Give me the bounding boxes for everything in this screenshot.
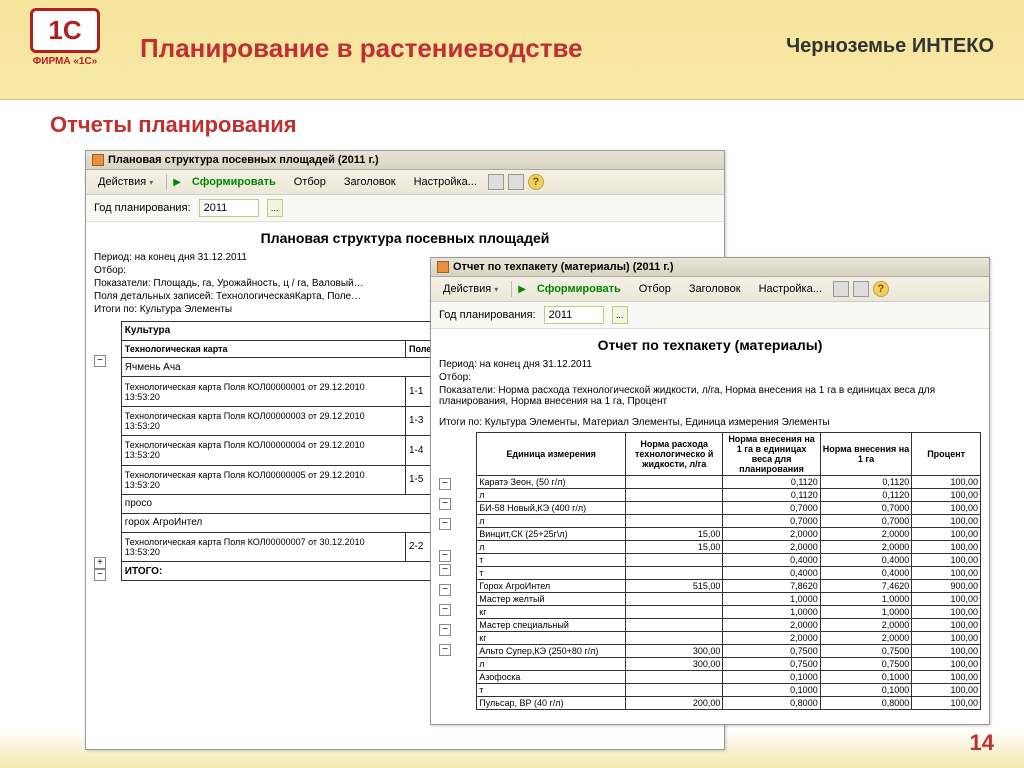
- table-row[interactable]: Пульсар, ВР (40 г/л)200,000,80000,800010…: [477, 697, 981, 710]
- table-row[interactable]: л0,11200,1120100,00: [477, 489, 981, 502]
- year-dropdown-button[interactable]: ...: [267, 199, 283, 217]
- table-row[interactable]: Азофоска0,10000,1000100,00: [477, 671, 981, 684]
- table-row[interactable]: БИ-58 Новый,КЭ (400 г/л)0,70000,7000100,…: [477, 502, 981, 515]
- table-row[interactable]: Мастер желтый1,00001,0000100,00: [477, 593, 981, 606]
- year-label: Год планирования:: [94, 202, 191, 214]
- actions-menu[interactable]: Действия: [91, 173, 160, 191]
- help-icon[interactable]: ?: [528, 174, 544, 190]
- window-icon: [92, 154, 104, 166]
- table-row[interactable]: т0,10000,1000100,00: [477, 684, 981, 697]
- year-input[interactable]: [199, 199, 259, 217]
- table-row[interactable]: л300,000,75000,7500100,00: [477, 658, 981, 671]
- table-row[interactable]: л0,70000,7000100,00: [477, 515, 981, 528]
- page-number: 14: [970, 730, 994, 756]
- titlebar[interactable]: Отчет по техпакету (материалы) (2011 г.): [431, 258, 989, 277]
- year-label: Год планирования:: [439, 309, 536, 321]
- help-icon[interactable]: ?: [873, 281, 889, 297]
- table-row[interactable]: кг2,00002,0000100,00: [477, 632, 981, 645]
- collapse-icon[interactable]: −: [439, 478, 451, 490]
- filter-button[interactable]: Отбор: [632, 280, 678, 298]
- collapse-icon[interactable]: −: [439, 644, 451, 656]
- techpacket-table: Единица измеренияНорма расхода технологи…: [476, 432, 981, 710]
- actions-menu[interactable]: Действия: [436, 280, 505, 298]
- window-techpacket: Отчет по техпакету (материалы) (2011 г.)…: [430, 257, 990, 725]
- play-icon: ▶: [518, 284, 526, 295]
- col-liquid: Норма расхода технологическо й жидкости,…: [626, 433, 723, 476]
- collapse-icon[interactable]: −: [94, 569, 106, 581]
- table-row[interactable]: кг1,00001,0000100,00: [477, 606, 981, 619]
- meta-filter: Отбор:: [439, 372, 981, 383]
- table-row[interactable]: Каратэ Зеон, (50 г/л)0,11200,1120100,00: [477, 476, 981, 489]
- collapse-icon[interactable]: −: [439, 498, 451, 510]
- table-row[interactable]: Альто Супер,КЭ (250+80 г/л)300,000,75000…: [477, 645, 981, 658]
- save-icon[interactable]: [853, 281, 869, 297]
- collapse-icon[interactable]: −: [439, 550, 451, 562]
- meta-totals: Итоги по: Культура Элементы, Материал Эл…: [439, 417, 981, 428]
- save-icon[interactable]: [508, 174, 524, 190]
- export-icon[interactable]: [488, 174, 504, 190]
- settings-button[interactable]: Настройка...: [407, 173, 484, 191]
- year-input[interactable]: [544, 306, 604, 324]
- report-title: Плановая структура посевных площадей: [94, 230, 716, 246]
- table-row[interactable]: т0,40000,4000100,00: [477, 567, 981, 580]
- table-row[interactable]: Мастер специальный2,00002,0000100,00: [477, 619, 981, 632]
- col-ga: Норма внесения на 1 га: [820, 433, 912, 476]
- meta-period: Период: на конец дня 31.12.2011: [439, 359, 981, 370]
- settings-button[interactable]: Настройка...: [752, 280, 829, 298]
- slide-header: 1C ФИРМА «1С» Планирование в растениевод…: [0, 0, 1024, 100]
- expand-icon[interactable]: +: [94, 557, 106, 569]
- tree-gutter: − − − − − − − − −: [439, 432, 476, 710]
- collapse-icon[interactable]: −: [439, 564, 451, 576]
- table-row[interactable]: л15,002,00002,0000100,00: [477, 541, 981, 554]
- window-icon: [437, 261, 449, 273]
- col-weight: Норма внесения на 1 га в единицах веса д…: [723, 433, 820, 476]
- tree-gutter: − + −: [94, 321, 121, 581]
- header-button[interactable]: Заголовок: [337, 173, 403, 191]
- header-button[interactable]: Заголовок: [682, 280, 748, 298]
- logo-text: ФИРМА «1С»: [33, 56, 98, 67]
- report-title: Отчет по техпакету (материалы): [439, 337, 981, 353]
- collapse-icon[interactable]: −: [439, 624, 451, 636]
- toolbar: Действия ▶ Сформировать Отбор Заголовок …: [431, 277, 989, 302]
- form-button[interactable]: Сформировать: [530, 280, 628, 298]
- company-name: Черноземье ИНТЕКО: [786, 35, 994, 58]
- col-unit: Единица измерения: [477, 433, 626, 476]
- export-icon[interactable]: [833, 281, 849, 297]
- col-card: Технологическая карта: [121, 340, 405, 358]
- play-icon: ▶: [173, 177, 181, 188]
- collapse-icon[interactable]: −: [94, 355, 106, 367]
- year-dropdown-button[interactable]: ...: [612, 306, 628, 324]
- logo-icon: 1C: [30, 8, 100, 53]
- window-title: Плановая структура посевных площадей (20…: [108, 154, 379, 166]
- collapse-icon[interactable]: −: [439, 584, 451, 596]
- params-bar: Год планирования: ...: [431, 302, 989, 329]
- form-button[interactable]: Сформировать: [185, 173, 283, 191]
- table-row[interactable]: т0,40000,4000100,00: [477, 554, 981, 567]
- collapse-icon[interactable]: −: [439, 518, 451, 530]
- toolbar: Действия ▶ Сформировать Отбор Заголовок …: [86, 170, 724, 195]
- filter-button[interactable]: Отбор: [287, 173, 333, 191]
- collapse-icon[interactable]: −: [439, 604, 451, 616]
- slide-title: Планирование в растениеводстве: [140, 33, 583, 64]
- col-percent: Процент: [912, 433, 981, 476]
- meta-indicators: Показатели: Норма расхода технологическо…: [439, 385, 981, 407]
- table-row[interactable]: Горох АгроИнтел515,007,86207,4620900,00: [477, 580, 981, 593]
- slide-subtitle: Отчеты планирования: [0, 100, 1024, 150]
- table-row[interactable]: Винцит,СК (25+25г\л)15,002,00002,0000100…: [477, 528, 981, 541]
- params-bar: Год планирования: ...: [86, 195, 724, 222]
- logo-1c: 1C ФИРМА «1С»: [20, 8, 110, 78]
- titlebar[interactable]: Плановая структура посевных площадей (20…: [86, 151, 724, 170]
- window-title: Отчет по техпакету (материалы) (2011 г.): [453, 261, 673, 273]
